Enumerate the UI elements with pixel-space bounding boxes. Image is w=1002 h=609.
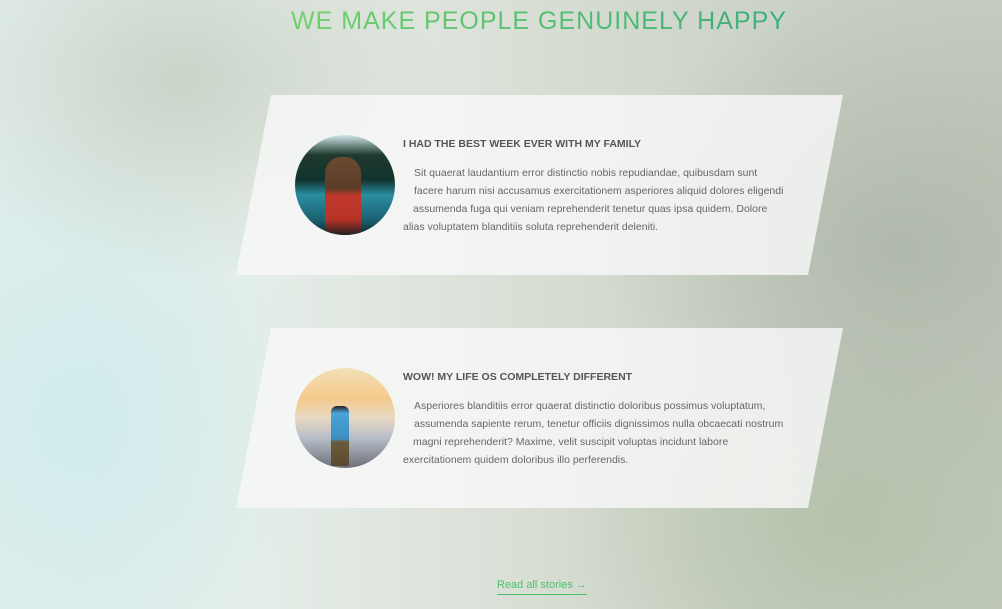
story-text: Sit quaerat laudantium error distinctio … — [403, 164, 783, 236]
avatar-mountain-photo — [295, 368, 395, 468]
story-card: I HAD THE BEST WEEK EVER WITH MY FAMILY … — [236, 95, 843, 275]
story-line: exercitationem quidem doloribus illo per… — [403, 454, 629, 466]
story-line: Asperiores blanditiis error quaerat dist… — [414, 400, 766, 412]
story-line: Sit quaerat laudantium error distinctio … — [414, 167, 758, 179]
story-heading: WOW! MY LIFE OS COMPLETELY DIFFERENT — [403, 371, 633, 383]
story-card: WOW! MY LIFE OS COMPLETELY DIFFERENT Asp… — [236, 328, 843, 508]
story-line: assumenda sapiente rerum, tenetur offici… — [414, 418, 784, 430]
story-line: facere harum nisi accusamus exercitation… — [414, 185, 784, 197]
story-line: assumenda fuga qui veniam reprehenderit … — [413, 203, 768, 215]
story-text: Asperiores blanditiis error quaerat dist… — [403, 397, 783, 469]
story-line: magni reprehenderit? Maxime, velit susci… — [413, 436, 729, 448]
story-heading: I HAD THE BEST WEEK EVER WITH MY FAMILY — [403, 138, 642, 150]
story-line: alias voluptatem blanditiis soluta repre… — [403, 221, 659, 233]
page-title-text: WE MAKE PEOPLE GENUINELY HAPPY — [291, 7, 787, 35]
page-title: WE MAKE PEOPLE GENUINELY HAPPY — [76, 7, 1002, 36]
read-all-stories-link[interactable]: Read all stories → — [497, 579, 587, 595]
avatar-kayak-photo — [295, 135, 395, 235]
